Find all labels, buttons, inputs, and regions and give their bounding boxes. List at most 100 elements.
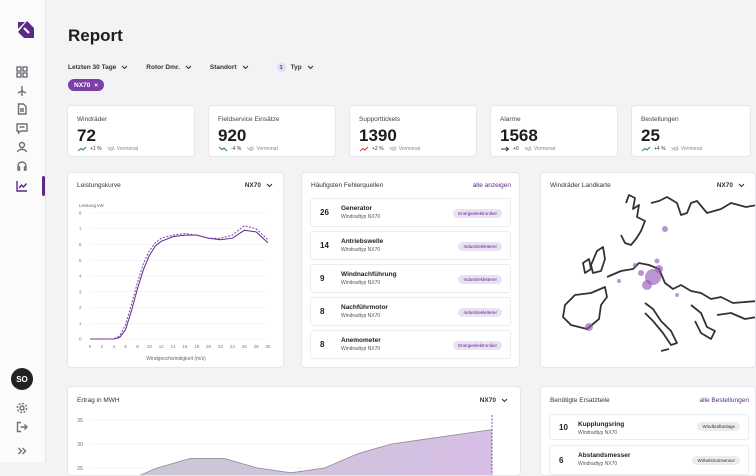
chevron-down-icon — [121, 65, 128, 70]
x-axis-label: Windgeschwindigkeit (m/s) — [146, 356, 206, 362]
map-sicily — [660, 348, 670, 352]
power-curve-chart: Leistung kW Windgeschwindigkeit (m/s) 0 1… — [79, 203, 271, 362]
y-tick-label: 1 — [79, 321, 82, 326]
close-icon[interactable]: × — [94, 82, 98, 89]
user-icon[interactable] — [13, 138, 31, 156]
map-turbine-cluster[interactable] — [633, 263, 637, 267]
map-turbine-cluster[interactable] — [585, 323, 593, 331]
item-count: 6 — [559, 456, 564, 465]
kpi-compare: vgl. Vormonat — [247, 146, 278, 152]
wind-turbine-icon[interactable] — [13, 82, 31, 100]
headset-icon[interactable] — [13, 157, 31, 175]
filter-rotor[interactable]: Rotor Dmr. — [146, 63, 192, 72]
y-tick-label: 0 — [79, 337, 82, 342]
list-item[interactable]: 26 Generator Windradtyp NX70 Energieelektro… — [310, 198, 511, 227]
app-logo-icon[interactable] — [15, 19, 36, 40]
settings-icon[interactable] — [13, 399, 31, 417]
list-item[interactable]: 8 Anemometer Windradtyp NX70 Energieelektro… — [310, 330, 511, 359]
kpi-label: Bestellungen — [641, 116, 679, 123]
card-title: Häufigsten Fehlerquellen — [311, 182, 384, 189]
kpi-value: 920 — [218, 126, 247, 145]
list-item[interactable]: 8 Nachführmotor Windradtyp NX70 Industriekl… — [310, 297, 511, 326]
item-name: Kupplungsring — [578, 421, 625, 428]
map-turkey — [716, 312, 755, 320]
item-count: 9 — [320, 274, 325, 283]
filter-count-badge: 1 — [276, 63, 286, 72]
kpi-delta: +0 — [513, 146, 519, 152]
role-badge: Energieelektroniker — [453, 341, 502, 350]
kpi-card[interactable]: Bestellungen 25 +4 % vgl. Vormonat — [631, 105, 751, 157]
list-item[interactable]: 9 Windnachführung Windradtyp NX70 Industrie… — [310, 264, 511, 293]
kpi-delta: +2 % — [372, 146, 384, 152]
kpi-card[interactable]: Alarme 1568 +0 vgl. Vormonat — [490, 105, 618, 157]
map-card: Windräder Landkarte NX70 — [540, 172, 756, 368]
kpi-value: 1390 — [359, 126, 397, 145]
x-tick-label: 4 — [112, 344, 115, 349]
kpi-value: 25 — [641, 126, 660, 145]
chevron-down-icon — [185, 65, 192, 70]
filter-label: Rotor Dmr. — [146, 64, 180, 71]
item-subtitle: Windradtyp NX70 — [341, 280, 381, 286]
item-count: 8 — [320, 307, 325, 316]
kpi-compare: vgl. Vormonat — [389, 146, 421, 152]
map-turbine-cluster[interactable] — [675, 293, 679, 297]
map-turbine-cluster[interactable] — [662, 226, 668, 232]
filter-label: Typ — [290, 64, 302, 71]
x-tick-label: 12 — [159, 344, 165, 349]
item-name: Generator — [341, 205, 373, 212]
list-item[interactable]: 14 Antriebswelle Windradtyp NX70 Industriek… — [310, 231, 511, 260]
part-badge: Wirbelstromsensor — [692, 456, 740, 465]
list-item[interactable]: 10 Kupplungsring Windradtyp NX70 Windkrafta… — [549, 414, 749, 440]
filter-bar: Letzten 30 Tage Rotor Dmr. Standort 1 Typ — [68, 63, 314, 72]
item-count: 14 — [320, 241, 329, 250]
chart-icon[interactable] — [13, 177, 31, 195]
card-title: Benötigte Ersatzteile — [550, 397, 610, 404]
filter-label: Standort — [209, 64, 237, 71]
item-count: 26 — [320, 208, 329, 217]
dashboard-icon[interactable] — [13, 63, 31, 81]
map-turbine-cluster[interactable] — [655, 265, 663, 273]
list-item[interactable]: 6 Abstandsmesser Windradtyp NX70 Wirbelstro… — [549, 445, 749, 475]
active-indicator — [42, 176, 45, 196]
main-content: Report Letzten 30 Tage Rotor Dmr. Stando… — [46, 0, 756, 476]
trend-up-icon — [641, 146, 651, 152]
trend-up-icon — [359, 146, 369, 152]
filter-period[interactable]: Letzten 30 Tage — [68, 63, 128, 72]
map-north-coast — [650, 196, 755, 216]
x-tick-label: 0 — [89, 344, 92, 349]
role-badge: Industriekletterer — [458, 308, 502, 317]
map-turbine-cluster[interactable] — [617, 279, 621, 283]
logout-icon[interactable] — [13, 418, 31, 436]
europe-map[interactable] — [541, 173, 756, 368]
y-axis-label: Leistung kW — [79, 203, 105, 208]
kpi-value: 72 — [77, 126, 96, 145]
y-tick-label: 7 — [79, 226, 82, 231]
item-subtitle: Windradtyp NX70 — [341, 313, 381, 319]
document-icon[interactable] — [13, 100, 31, 118]
expand-icon[interactable] — [13, 442, 31, 460]
map-turbine-cluster[interactable] — [654, 258, 660, 264]
avatar[interactable]: SO — [11, 368, 33, 390]
filter-location[interactable]: Standort — [210, 63, 249, 72]
kpi-card[interactable]: Windräder 72 +1 % vgl. Vormonat — [67, 105, 195, 157]
active-filter-chip[interactable]: NX70 × — [68, 79, 105, 91]
kpi-card[interactable]: Supporttickets 1390 +2 % vgl. Vormonat — [349, 105, 477, 157]
kpi-card[interactable]: Fieldservice Einsätze 920 -4 % vgl. Vormo… — [208, 105, 336, 157]
map-turbine-cluster[interactable] — [638, 270, 644, 276]
map-turbine-cluster[interactable] — [642, 280, 652, 290]
map-italy — [644, 302, 678, 346]
show-all-link[interactable]: alle anzeigen — [473, 182, 511, 189]
sidebar: SO — [0, 0, 46, 462]
role-badge: Industriekletterer — [458, 242, 502, 251]
part-badge: Windkraftanlage — [697, 422, 740, 431]
item-subtitle: Windradtyp NX70 — [341, 214, 381, 220]
kpi-label: Windräder — [77, 116, 107, 123]
item-count: 8 — [320, 340, 325, 349]
kpi-trend: +2 % vgl. Vormonat — [359, 146, 420, 152]
item-count: 10 — [559, 423, 568, 432]
all-orders-link[interactable]: alle Bestellungen — [699, 397, 749, 404]
filter-type[interactable]: 1 Typ — [276, 63, 314, 72]
map-ireland — [582, 258, 592, 274]
kpi-delta: -4 % — [231, 146, 242, 152]
message-icon[interactable] — [13, 119, 31, 137]
